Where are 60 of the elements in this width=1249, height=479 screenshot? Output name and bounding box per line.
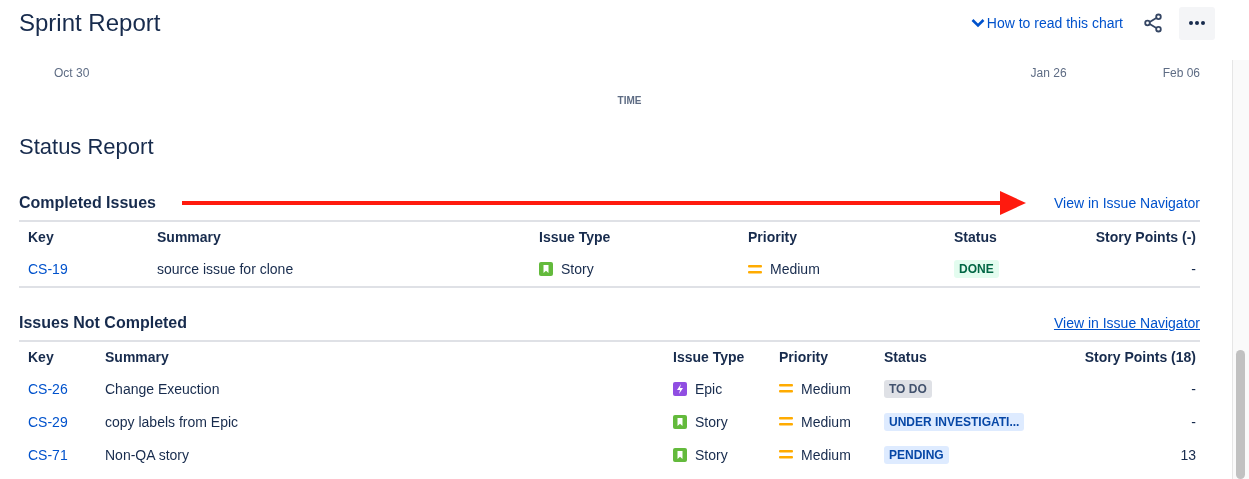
column-header: Story Points (18) <box>1083 349 1197 365</box>
scrollbar[interactable] <box>1232 60 1249 479</box>
issue-type-text: Story <box>561 261 594 277</box>
column-header: Issue Type <box>672 349 746 365</box>
help-link[interactable]: How to read this chart <box>970 15 1123 31</box>
issue-key-link[interactable]: CS-26 <box>28 380 68 397</box>
summary-cell-text: source issue for clone <box>156 261 295 277</box>
issue-type-text: Epic <box>695 380 723 397</box>
column-header: Priority <box>778 349 829 365</box>
section-title: Status Report <box>19 134 155 160</box>
axis-date-label: Oct 30 <box>54 66 90 80</box>
summary-cell-text: copy labels from Epic <box>104 413 240 430</box>
column-header: Priority <box>747 229 798 245</box>
issue-navigator-link[interactable]: View in Issue Navigator <box>1053 195 1200 211</box>
priority-medium-icon <box>779 384 793 393</box>
column-header: Key <box>27 349 55 365</box>
column-header: Status <box>953 229 998 245</box>
more-button[interactable] <box>1179 6 1215 40</box>
status-lozenge: TO DO <box>884 379 932 398</box>
story-points-cell-text: - <box>1190 413 1197 430</box>
priority-text: Medium <box>801 446 851 463</box>
story-points-cell-text: - <box>1190 261 1197 277</box>
axis-date-label: Feb 06 <box>1162 66 1200 80</box>
chevron-down-icon <box>970 18 985 28</box>
column-header: Summary <box>156 229 222 245</box>
lightning-icon <box>673 381 687 396</box>
priority-medium-icon <box>779 450 793 459</box>
issue-type-text: Story <box>695 413 728 430</box>
issue-key-link[interactable]: CS-29 <box>28 413 68 430</box>
issue-type-text: Story <box>695 446 728 463</box>
priority-text: Medium <box>770 261 820 277</box>
column-header: Issue Type <box>538 229 612 245</box>
ellipsis-icon <box>1189 21 1205 25</box>
summary-cell-text: Change Exeuction <box>104 380 221 397</box>
axis-title: TIME <box>617 95 642 106</box>
status-lozenge: PENDING <box>884 445 949 464</box>
priority-text: Medium <box>801 413 851 430</box>
bookmark-icon <box>673 447 687 462</box>
table-heading: Issues Not Completed <box>19 314 188 332</box>
column-header: Story Points (-) <box>1094 229 1197 245</box>
priority-text: Medium <box>801 380 851 397</box>
issue-key-link[interactable]: CS-19 <box>28 261 68 277</box>
bookmark-icon <box>673 414 687 429</box>
axis-date-label: Jan 26 <box>1030 66 1067 80</box>
issue-navigator-link[interactable]: View in Issue Navigator <box>1053 315 1200 331</box>
table-heading: Completed Issues <box>19 194 156 212</box>
priority-medium-icon <box>748 264 762 274</box>
story-points-cell-text: - <box>1190 380 1197 397</box>
status-lozenge: UNDER INVESTIGATI... <box>884 412 1025 431</box>
issue-key-link[interactable]: CS-71 <box>28 446 68 463</box>
bookmark-icon <box>539 262 553 276</box>
column-header: Summary <box>104 349 170 365</box>
priority-medium-icon <box>779 417 793 426</box>
page-title: Sprint Report <box>19 9 162 37</box>
share-icon[interactable] <box>1143 13 1163 33</box>
column-header: Key <box>27 229 55 245</box>
story-points-cell-text: 13 <box>1179 446 1197 463</box>
column-header: Status <box>883 349 928 365</box>
summary-cell-text: Non-QA story <box>104 446 191 463</box>
status-lozenge: DONE <box>954 260 999 278</box>
